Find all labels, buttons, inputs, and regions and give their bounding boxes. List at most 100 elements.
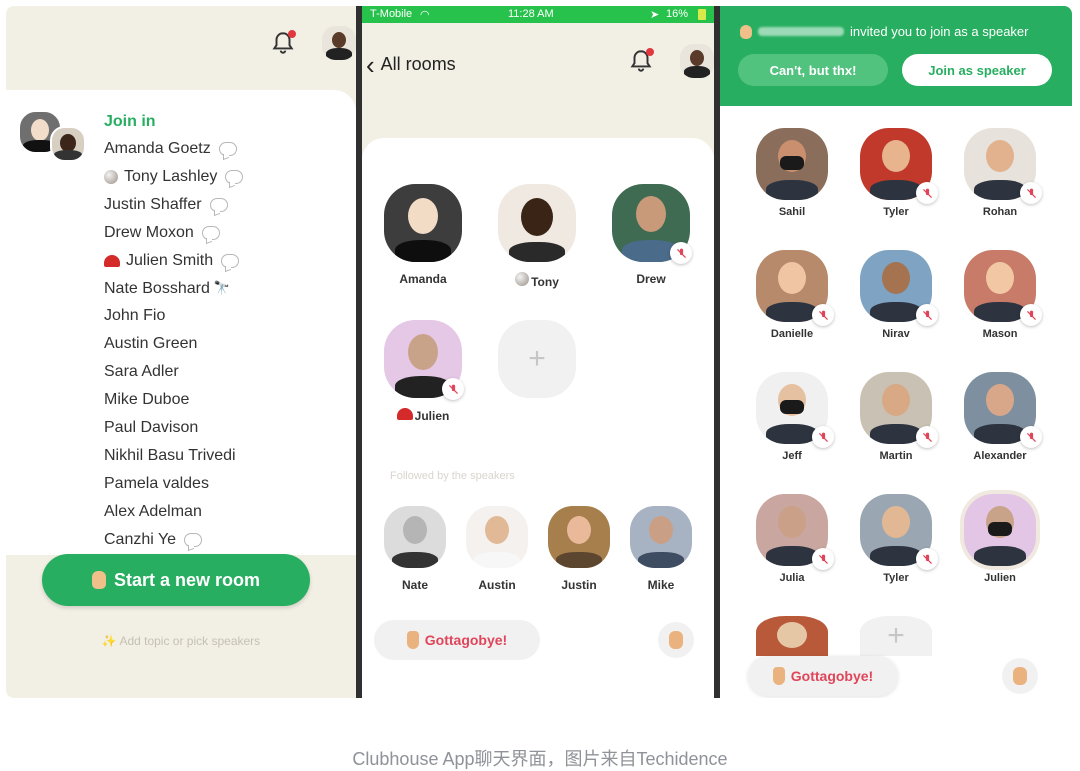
notification-bell-icon[interactable] <box>270 30 296 56</box>
peace-hand-icon <box>406 631 419 649</box>
participant-name: Canzhi Ye <box>104 530 177 548</box>
muted-mic-icon <box>812 304 834 326</box>
participant-row[interactable]: Julien Smith <box>104 252 240 270</box>
muted-mic-icon <box>1020 304 1042 326</box>
avatar-tony <box>50 126 86 162</box>
participant-row[interactable]: Drew Moxon <box>104 224 220 242</box>
speaker-name: Jeff <box>782 450 802 462</box>
raised-hand-icon <box>669 631 683 649</box>
status-carrier: T-Mobile <box>370 8 413 20</box>
battery-icon <box>698 9 706 20</box>
speaker-avatar[interactable] <box>498 184 576 262</box>
peace-hand-icon <box>772 667 785 685</box>
notification-dot <box>646 48 654 56</box>
participant-name: Alex Adelman <box>104 502 202 520</box>
back-to-all-rooms[interactable]: ‹ All rooms <box>366 49 456 80</box>
participant-name: Paul Davison <box>104 419 199 436</box>
back-label: All rooms <box>380 54 456 74</box>
participant-row[interactable]: Canzhi Ye <box>104 530 203 549</box>
start-new-room-label: Start a new room <box>113 569 261 590</box>
speaker-avatar-partial[interactable] <box>756 616 828 656</box>
listener-name: Justin <box>561 578 597 592</box>
room-screen: T-Mobile ◠ 11:28 AM ➤ 16% ‹ All rooms Am… <box>362 6 714 698</box>
muted-mic-icon <box>442 378 464 400</box>
participant-row[interactable]: Alex Adelman <box>104 503 202 521</box>
speaker-avatar[interactable] <box>756 128 828 200</box>
add-topic-hint[interactable]: ✨ Add topic or pick speakers <box>6 634 356 648</box>
participant-row[interactable]: Sara Adler <box>104 363 179 381</box>
listener-avatar[interactable] <box>548 506 610 568</box>
listener-avatar[interactable] <box>466 506 528 568</box>
participant-row[interactable]: Tony Lashley <box>104 168 244 186</box>
participant-name: Sara Adler <box>104 363 179 381</box>
add-topic-label: Add topic or pick speakers <box>119 634 261 648</box>
participant-row[interactable]: John Fio <box>104 307 165 325</box>
profile-avatar[interactable] <box>322 26 356 60</box>
raise-hand-button[interactable] <box>1002 658 1038 694</box>
participant-row[interactable]: Amanda Goetz <box>104 140 237 158</box>
muted-mic-icon <box>1020 426 1042 448</box>
participant-row[interactable]: Nikhil Basu Trivedi <box>104 447 236 465</box>
speaker-name: Rohan <box>982 206 1018 218</box>
participant-row[interactable]: Justin Shaffer <box>104 196 228 214</box>
location-icon: ➤ <box>650 9 660 21</box>
speaker-name: Mason <box>982 328 1018 340</box>
participant-name: Pamela valdes <box>104 474 209 492</box>
muted-mic-icon <box>1020 182 1042 204</box>
waving-hand-icon <box>740 24 752 39</box>
invite-message: invited you to join as a speaker <box>740 24 1029 39</box>
profile-avatar[interactable] <box>680 44 714 78</box>
speaker-name: Danielle <box>770 328 814 340</box>
chevron-left-icon: ‹ <box>366 49 375 80</box>
leave-room-label: Gottagobye! <box>424 632 508 648</box>
participant-name: Mike Duboe <box>104 391 190 409</box>
participant-row[interactable]: Mike Duboe <box>104 391 189 409</box>
participant-row[interactable]: Austin Green <box>104 335 197 353</box>
listener-name: Austin <box>478 578 516 592</box>
participant-row[interactable]: Pamela valdes <box>104 475 209 493</box>
speaker-name: Tyler <box>883 206 909 218</box>
participant-row[interactable]: Paul Davison <box>104 419 198 437</box>
raise-hand-button[interactable] <box>658 622 694 658</box>
coin-emoji-icon <box>515 272 530 286</box>
speaker-invite-screen: invited you to join as a speaker Can't, … <box>720 6 1072 698</box>
participant-name: Justin Shaffer <box>104 195 202 213</box>
hallway-screen: Join in Amanda Goetz Tony Lashley Justin S… <box>6 6 356 698</box>
speaker-name: Nirav <box>882 328 910 340</box>
notification-dot <box>288 30 296 38</box>
muted-mic-icon <box>916 548 938 570</box>
notification-bell-icon[interactable] <box>628 48 654 74</box>
status-time: 11:28 AM <box>508 8 554 20</box>
telescope-emoji-icon: 🔭 <box>213 281 231 296</box>
chat-bubble-icon <box>201 225 220 240</box>
listener-name: Mike <box>647 578 675 592</box>
add-speaker-button[interactable]: + <box>498 320 576 398</box>
blurred-inviter-name <box>758 27 844 36</box>
chat-bubble-icon <box>184 532 203 547</box>
speaker-avatar[interactable] <box>964 494 1036 566</box>
participant-name: Drew Moxon <box>104 223 194 241</box>
add-speaker-button[interactable]: + <box>860 616 932 656</box>
image-caption: Clubhouse App聊天界面，图片来自Techidence <box>352 749 728 769</box>
participant-name: John Fio <box>104 307 166 325</box>
speaker-name: Julien <box>414 409 450 423</box>
leave-room-button[interactable]: Gottagobye! <box>374 620 540 660</box>
muted-mic-icon <box>812 426 834 448</box>
speaker-name: Martin <box>879 450 913 462</box>
speaker-avatar[interactable] <box>384 184 462 262</box>
followed-by-speakers-label: Followed by the speakers <box>390 470 515 482</box>
speaker-name-row: Tony <box>498 272 576 289</box>
leave-room-label: Gottagobye! <box>790 668 874 684</box>
decline-invite-button[interactable]: Can't, but thx! <box>738 54 888 86</box>
start-new-room-button[interactable]: Start a new room <box>42 554 310 606</box>
participant-row[interactable]: Nate Bosshard 🔭 <box>104 280 230 298</box>
invite-banner: invited you to join as a speaker Can't, … <box>720 6 1072 106</box>
waving-hand-icon <box>91 571 106 589</box>
listener-avatar[interactable] <box>630 506 692 568</box>
leave-room-button[interactable]: Gottagobye! <box>748 656 898 696</box>
participant-name: Nate Bosshard <box>104 279 210 297</box>
listener-avatar[interactable] <box>384 506 446 568</box>
join-as-speaker-button[interactable]: Join as speaker <box>902 54 1052 86</box>
speaker-name: Alexander <box>973 450 1027 462</box>
red-cap-emoji-icon <box>104 254 120 267</box>
